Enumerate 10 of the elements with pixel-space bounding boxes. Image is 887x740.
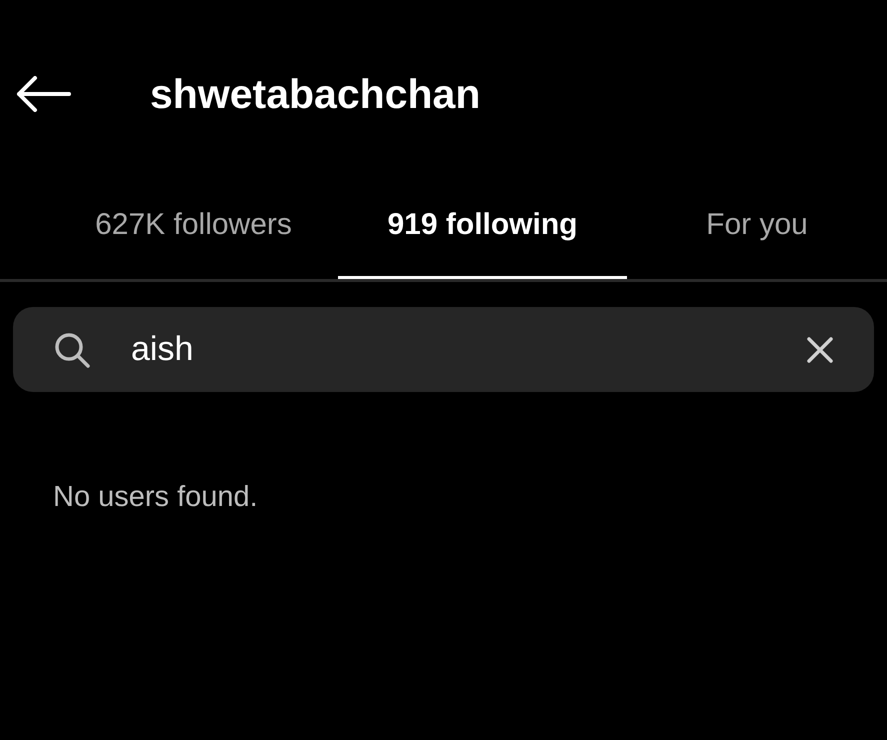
clear-icon[interactable] <box>806 336 834 364</box>
tab[interactable]: For you <box>706 202 808 247</box>
empty-message: No users found. <box>53 480 258 515</box>
search-icon <box>53 330 91 368</box>
profile-username: shwetabachchan <box>150 74 480 114</box>
tab[interactable]: 919 following <box>387 202 578 247</box>
back-button[interactable] <box>14 74 72 114</box>
tab[interactable]: 627K followers <box>95 202 292 247</box>
search-field[interactable]: aish <box>13 307 874 392</box>
back-arrow-icon <box>15 76 71 112</box>
